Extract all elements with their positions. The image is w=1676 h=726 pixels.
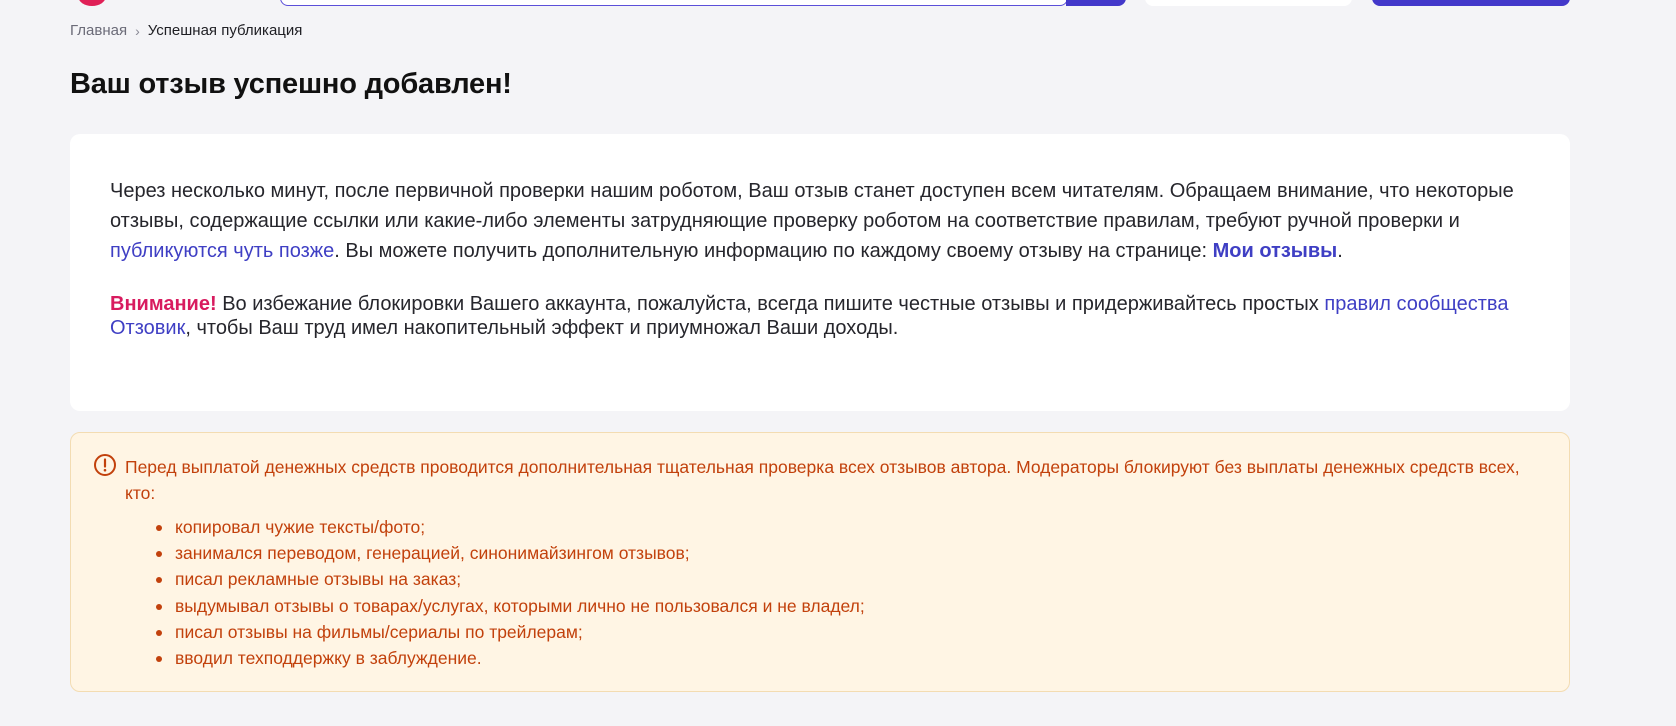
attention-paragraph: Внимание! Во избежание блокировки Вашего… xyxy=(110,292,1530,340)
breadcrumb-separator: › xyxy=(135,22,140,39)
list-item: выдумывал отзывы о товарах/услугах, кото… xyxy=(156,593,1549,619)
payout-warning-box: Перед выплатой денежных средств проводит… xyxy=(70,432,1570,692)
page-title: Ваш отзыв успешно добавлен! xyxy=(70,68,512,100)
info-text-a: Через несколько минут, после первичной п… xyxy=(110,180,1514,232)
header-action-button[interactable] xyxy=(1372,0,1570,6)
success-info-card: Через несколько минут, после первичной п… xyxy=(70,134,1570,411)
breadcrumb-home-link[interactable]: Главная xyxy=(70,22,127,39)
top-header xyxy=(0,0,1676,10)
attention-text-a: Во избежание блокировки Вашего аккаунта,… xyxy=(216,293,1325,315)
list-item: вводил техподдержку в заблуждение. xyxy=(156,645,1549,671)
info-text-end: . xyxy=(1337,240,1343,262)
alert-circle-icon xyxy=(94,454,116,476)
breadcrumb-current: Успешная публикация xyxy=(147,22,303,39)
attention-label: Внимание! xyxy=(110,293,217,315)
header-user-box[interactable] xyxy=(1145,0,1352,6)
list-item: писал отзывы на фильмы/сериалы по трейле… xyxy=(156,619,1549,645)
list-item: занимался переводом, генерацией, синоним… xyxy=(156,540,1549,566)
my-reviews-link[interactable]: Мои отзывы xyxy=(1213,240,1338,262)
warning-intro: Перед выплатой денежных средств проводит… xyxy=(125,457,1520,503)
attention-text-b: , чтобы Ваш труд имел накопительный эффе… xyxy=(185,317,899,339)
warning-list: копировал чужие тексты/фото; занимался п… xyxy=(156,514,1549,671)
site-logo[interactable] xyxy=(78,0,106,6)
published-later-link[interactable]: публикуются чуть позже xyxy=(110,240,334,262)
list-item: копировал чужие тексты/фото; xyxy=(156,514,1549,540)
list-item: писал рекламные отзывы на заказ; xyxy=(156,566,1549,592)
search-button[interactable] xyxy=(1066,0,1126,6)
breadcrumb: Главная › Успешная публикация xyxy=(70,22,302,39)
info-paragraph: Через несколько минут, после первичной п… xyxy=(110,176,1530,266)
search-input[interactable] xyxy=(280,0,1068,6)
info-text-b: . Вы можете получить дополнительную инфо… xyxy=(334,240,1213,262)
